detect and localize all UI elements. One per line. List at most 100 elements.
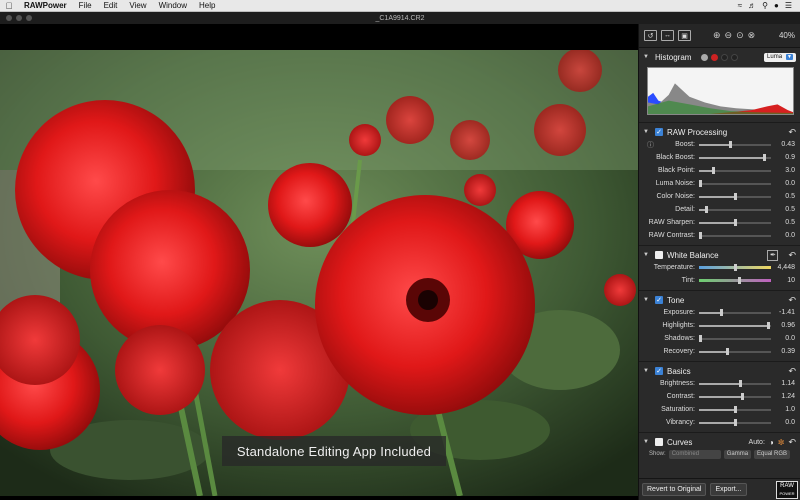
menu-window[interactable]: Window xyxy=(153,1,193,10)
slider-knob[interactable] xyxy=(738,276,741,284)
collapse-triangle-icon[interactable]: ▼ xyxy=(643,297,651,303)
export-button[interactable]: Export... xyxy=(710,483,747,496)
volume-icon[interactable]: ♬ xyxy=(748,1,756,10)
eyedropper-icon[interactable]: ✒ xyxy=(767,249,779,261)
slider-row: Contrast: 1.24 xyxy=(643,390,796,403)
rotate-icon[interactable]: ↺ xyxy=(644,30,657,41)
dot-gray-icon[interactable] xyxy=(701,53,709,61)
slider[interactable] xyxy=(699,417,771,429)
slider-knob[interactable] xyxy=(729,140,732,148)
undo-icon[interactable]: ↶ xyxy=(788,250,796,261)
white-balance-title: White Balance xyxy=(667,250,719,260)
undo-icon[interactable]: ↶ xyxy=(788,127,796,138)
zoom-actual-icon[interactable]: ⊗ xyxy=(748,30,756,41)
slider-knob[interactable] xyxy=(720,308,723,316)
slider-knob[interactable] xyxy=(726,347,729,355)
photo-canvas[interactable] xyxy=(0,50,638,496)
slider-knob[interactable] xyxy=(741,392,744,400)
dot-blue-icon[interactable] xyxy=(731,53,739,61)
slider[interactable] xyxy=(699,204,771,216)
slider-knob[interactable] xyxy=(763,153,766,161)
color-wheel-icon[interactable]: ✼ xyxy=(778,438,785,447)
slider-knob[interactable] xyxy=(734,418,737,426)
equal-rgb-button[interactable]: Equal RGB xyxy=(754,449,791,459)
slider[interactable] xyxy=(699,165,771,177)
list-icon[interactable]: ☰ xyxy=(785,1,792,10)
collapse-triangle-icon[interactable]: ▼ xyxy=(643,439,651,445)
slider-knob[interactable] xyxy=(699,334,702,342)
menu-app[interactable]: RAWPower xyxy=(18,1,73,10)
slider[interactable] xyxy=(699,307,771,319)
slider[interactable] xyxy=(699,230,771,242)
undo-icon[interactable]: ↶ xyxy=(788,366,796,377)
slider-knob[interactable] xyxy=(734,218,737,226)
slider-knob[interactable] xyxy=(734,405,737,413)
menu-file[interactable]: File xyxy=(73,1,98,10)
zoom-out-icon[interactable]: ⊖ xyxy=(725,30,733,41)
status-icons: ≈ ♬ ⚲ ● ☰ xyxy=(738,1,800,10)
wifi-icon[interactable]: ≈ xyxy=(738,1,742,10)
menu-edit[interactable]: Edit xyxy=(98,1,124,10)
slider[interactable] xyxy=(699,391,771,403)
basics-checkbox[interactable]: ✓ xyxy=(655,367,663,375)
revert-button[interactable]: Revert to Original xyxy=(642,483,707,496)
slider-knob[interactable] xyxy=(767,321,770,329)
compare-icon[interactable]: ↔ xyxy=(661,30,674,41)
gamma-button[interactable]: Gamma xyxy=(723,449,752,459)
slider-knob[interactable] xyxy=(739,379,742,387)
slider[interactable] xyxy=(699,404,771,416)
collapse-triangle-icon[interactable]: ▼ xyxy=(643,54,651,60)
tone-checkbox[interactable]: ✓ xyxy=(655,296,663,304)
slider-knob[interactable] xyxy=(699,231,702,239)
slider-fill xyxy=(699,350,727,353)
slider[interactable] xyxy=(699,152,771,164)
slider[interactable] xyxy=(699,333,771,345)
apple-icon[interactable]:  xyxy=(0,1,18,11)
curves-show-select[interactable]: Combined xyxy=(668,449,721,459)
white-balance-checkbox[interactable] xyxy=(655,251,663,259)
slider-knob[interactable] xyxy=(712,166,715,174)
slider[interactable] xyxy=(699,178,771,190)
raw-processing-checkbox[interactable]: ✓ xyxy=(655,128,663,136)
adjustments-panel: ↺ ↔ ▣ ⊕ ⊖ ⊙ ⊗ 40% ▼ Histogram Luma ▼ ▼ ✓… xyxy=(638,24,800,500)
zoom-in-icon[interactable]: ⊕ xyxy=(713,30,721,41)
user-icon[interactable]: ● xyxy=(774,1,779,10)
slider-knob[interactable] xyxy=(705,205,708,213)
collapse-triangle-icon[interactable]: ▼ xyxy=(643,129,651,135)
slider-label: Black Point: xyxy=(658,167,695,174)
collapse-triangle-icon[interactable]: ▼ xyxy=(643,368,651,374)
slider-fill xyxy=(699,221,735,224)
channel-dots xyxy=(701,53,739,61)
crop-icon[interactable]: ▣ xyxy=(678,30,691,41)
slider[interactable] xyxy=(699,320,771,332)
minimize-icon[interactable] xyxy=(16,15,22,21)
slider-value: 3.0 xyxy=(785,167,795,174)
zoom-icon[interactable] xyxy=(26,15,32,21)
slider[interactable] xyxy=(699,217,771,229)
search-icon[interactable]: ⚲ xyxy=(762,1,768,10)
contrast-icon[interactable]: ◑ xyxy=(769,438,774,447)
dot-red-icon[interactable] xyxy=(711,53,719,61)
menu-view[interactable]: View xyxy=(123,1,152,10)
slider[interactable] xyxy=(699,262,771,274)
slider-knob[interactable] xyxy=(734,263,737,271)
undo-icon[interactable]: ↶ xyxy=(788,437,796,448)
slider[interactable] xyxy=(699,346,771,358)
slider[interactable] xyxy=(699,275,771,287)
curves-checkbox[interactable] xyxy=(655,438,663,446)
slider-knob[interactable] xyxy=(734,192,737,200)
slider[interactable] xyxy=(699,191,771,203)
slider-knob[interactable] xyxy=(699,179,702,187)
slider[interactable] xyxy=(699,139,771,151)
slider-label: Color Noise: xyxy=(656,193,695,200)
image-viewer[interactable]: Standalone Editing App Included xyxy=(0,24,638,500)
collapse-triangle-icon[interactable]: ▼ xyxy=(643,252,651,258)
close-icon[interactable] xyxy=(6,15,12,21)
slider[interactable] xyxy=(699,378,771,390)
channel-select[interactable]: Luma ▼ xyxy=(764,52,796,62)
undo-icon[interactable]: ↶ xyxy=(788,295,796,306)
info-icon[interactable]: ⓘ xyxy=(647,140,654,150)
menu-help[interactable]: Help xyxy=(193,1,221,10)
zoom-fit-icon[interactable]: ⊙ xyxy=(736,30,744,41)
dot-green-icon[interactable] xyxy=(721,53,729,61)
